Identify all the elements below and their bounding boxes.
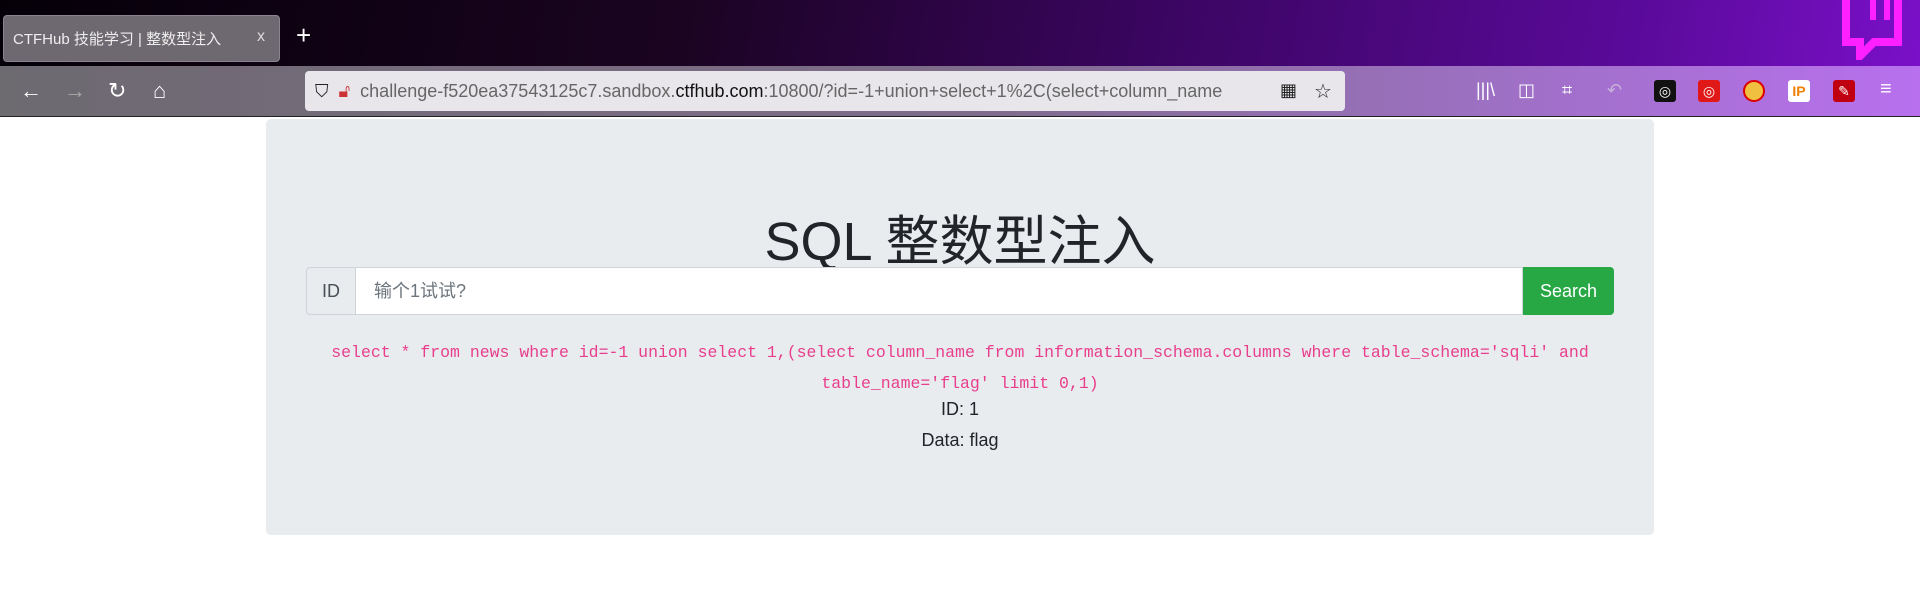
back-icon[interactable]: ← [20,78,42,104]
qr-code-icon[interactable]: ▦ [1280,80,1297,101]
bookmark-star-icon[interactable]: ☆ [1314,79,1332,104]
home-icon[interactable]: ⌂ [153,78,166,104]
url-host: ctfhub.com [675,80,764,101]
ip-extension-icon[interactable]: IP [1788,80,1810,102]
search-form: ID Search [306,267,1614,315]
extension-icon[interactable]: ◎ [1698,80,1720,102]
crop-icon[interactable]: ⌗ [1562,80,1572,101]
undo-icon[interactable]: ↶ [1607,80,1622,101]
extension-icon[interactable] [1743,80,1765,102]
id-label: ID [306,267,356,315]
url-bar[interactable]: ⛉ 🔓︎ challenge-f520ea37543125c7.sandbox.… [305,71,1345,111]
theme-logo-icon [1842,0,1902,60]
close-tab-icon[interactable]: x [257,28,265,46]
search-button[interactable]: Search [1523,267,1614,315]
tab-title: CTFHub 技能学习 | 整数型注入 [13,31,222,48]
result-id: ID: 1 [940,399,979,419]
forward-icon[interactable]: → [64,78,86,104]
page-title: SQL 整数型注入 [764,212,1156,272]
reload-icon[interactable]: ↻ [108,78,126,104]
shield-icon[interactable]: ⛉ [315,81,329,102]
sidebar-icon[interactable]: ◫ [1518,80,1535,101]
url-rest: :10800/?id=-1+union+select+1%2C(select+c… [763,80,1223,101]
extension-icon[interactable]: ◎ [1654,80,1676,102]
menu-icon[interactable]: ≡ [1880,78,1892,101]
sql-query: select * from news where id=-1 union sel… [331,343,1589,393]
jumbotron: SQL 整数型注入 ID Search select * from news w… [266,119,1654,535]
url-prefix: challenge-f520ea37543125c7.sandbox. [360,80,676,101]
insecure-lock-icon[interactable]: 🔓︎ [339,81,351,102]
id-input[interactable] [356,267,1523,315]
new-tab-button[interactable]: + [296,20,311,51]
tab-bar: CTFHub 技能学习 | 整数型注入 x + [0,0,1920,66]
tab-active[interactable]: CTFHub 技能学习 | 整数型注入 x [3,15,280,62]
extension-icon[interactable]: ✎ [1833,80,1855,102]
result-data: Data: flag [921,430,999,450]
nav-toolbar: ← → ↻ ⌂ ⛉ 🔓︎ challenge-f520ea37543125c7.… [0,66,1920,117]
library-icon[interactable]: |||\ [1476,80,1495,101]
